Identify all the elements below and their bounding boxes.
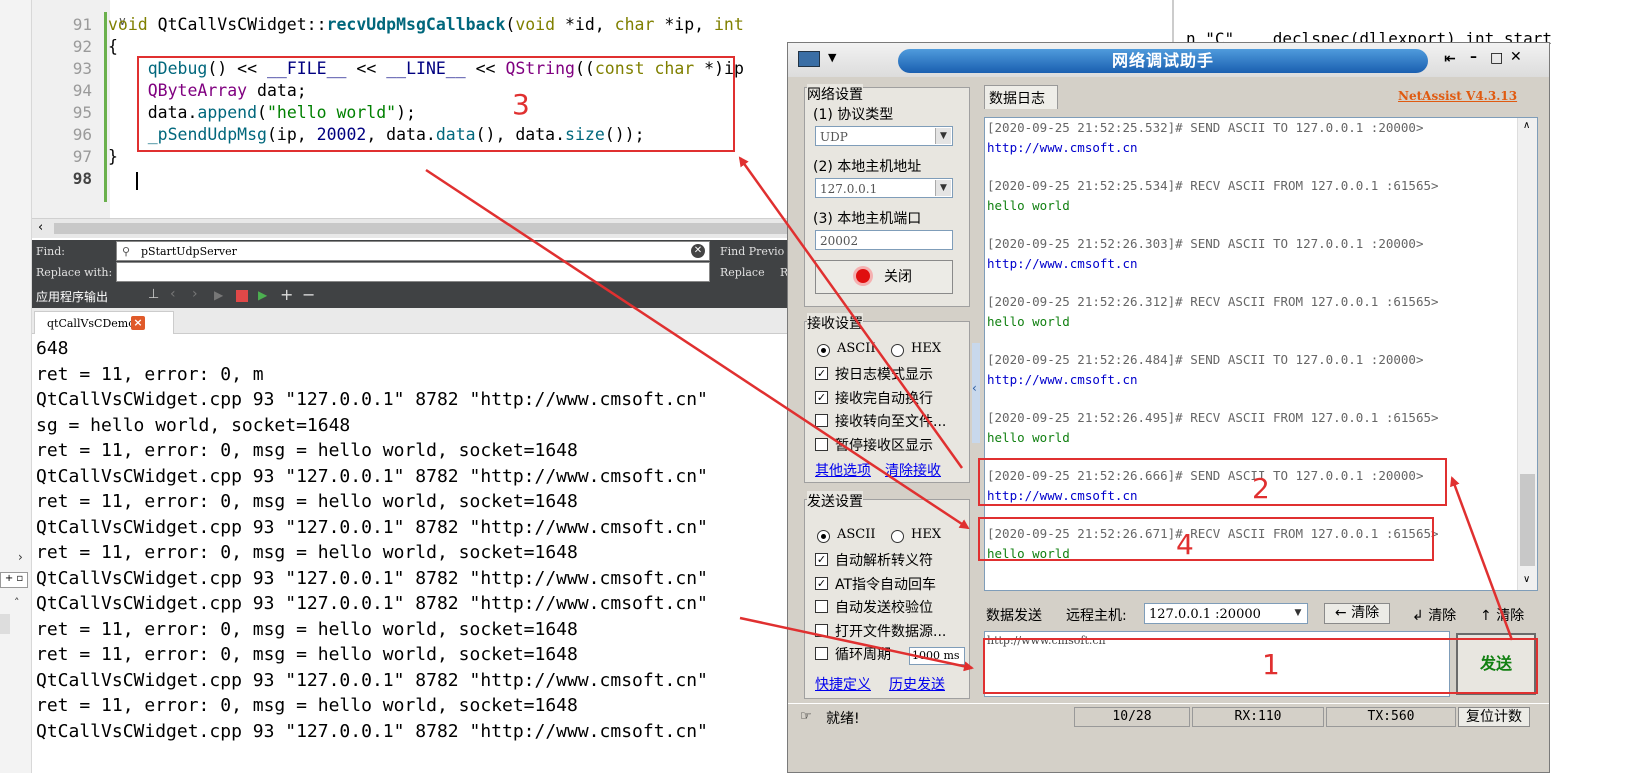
annotation-arrows: [425, 156, 1514, 672]
arrow-to-callback-code: [738, 156, 964, 469]
arrow-to-send-area: [739, 616, 974, 672]
arrow-to-recv-log: [425, 168, 970, 530]
arrow-to-send-log: [1450, 476, 1514, 641]
